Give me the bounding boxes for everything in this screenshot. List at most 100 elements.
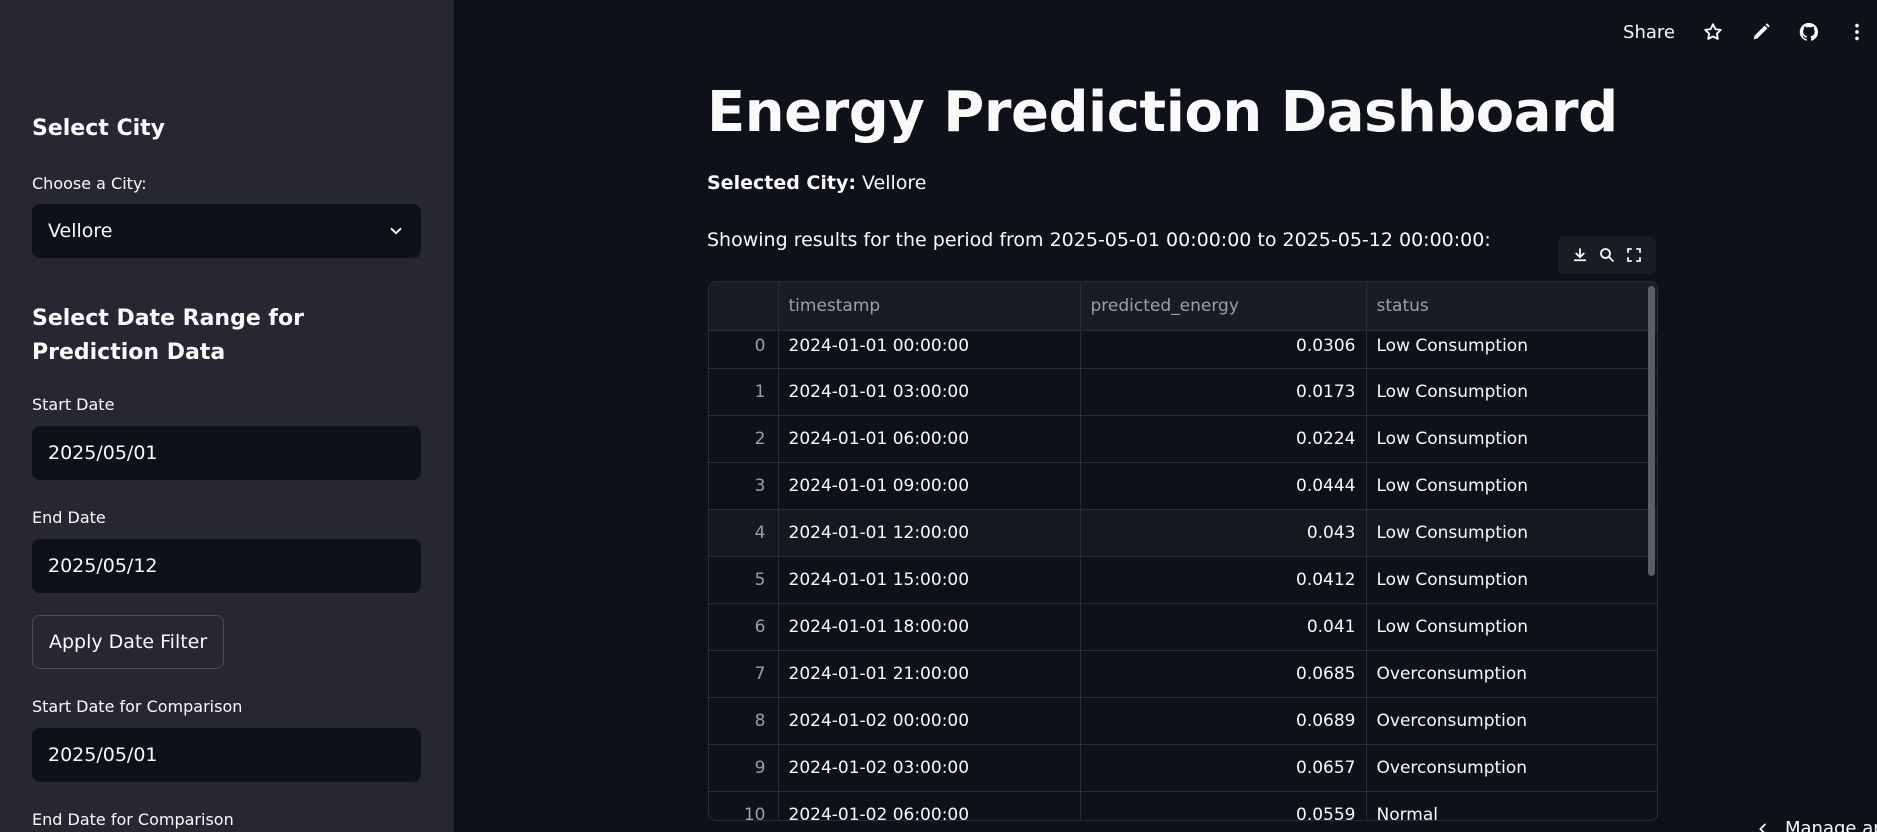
timestamp-cell[interactable]: 2024-01-01 06:00:00 (778, 415, 1081, 463)
predicted-energy-cell[interactable]: 0.0685 (1080, 650, 1367, 698)
status-cell[interactable]: Low Consumption (1366, 603, 1657, 651)
chevron-left-icon (1759, 822, 1766, 832)
end-date-input[interactable]: 2025/05/12 (32, 539, 421, 593)
table-row[interactable]: 10 2024-01-02 06:00:00 0.0559 Normal (709, 791, 1657, 820)
column-header-timestamp[interactable]: timestamp (778, 282, 1081, 331)
selected-city-prefix: Selected City: (707, 172, 856, 194)
table-toolbar (1558, 236, 1656, 274)
city-label: Choose a City: (32, 174, 147, 193)
table-row[interactable]: 1 2024-01-01 03:00:00 0.0173 Low Consumptio… (709, 368, 1657, 416)
predictions-table[interactable]: timestamp predicted_energy status 0 2024-… (708, 281, 1658, 821)
predicted-energy-cell[interactable]: 0.0412 (1080, 556, 1367, 604)
timestamp-cell[interactable]: 2024-01-01 12:00:00 (778, 509, 1081, 557)
more-vertical-icon[interactable] (1845, 20, 1869, 44)
sidebar: Select City Choose a City: Vellore Selec… (0, 0, 454, 832)
status-cell[interactable]: Low Consumption (1366, 368, 1657, 416)
status-cell[interactable]: Overconsumption (1366, 744, 1657, 792)
city-select-value: Vellore (48, 220, 113, 242)
table-header-row: timestamp predicted_energy status (709, 282, 1657, 331)
comparison-start-date-input[interactable]: 2025/05/01 (32, 728, 421, 782)
city-heading: Select City (32, 116, 165, 141)
predicted-energy-cell[interactable]: 0.0559 (1080, 791, 1367, 820)
start-date-input[interactable]: 2025/05/01 (32, 426, 421, 480)
top-toolbar: Share (1623, 16, 1877, 48)
timestamp-cell[interactable]: 2024-01-01 09:00:00 (778, 462, 1081, 510)
status-cell[interactable]: Low Consumption (1366, 330, 1657, 369)
row-index-cell[interactable]: 9 (709, 744, 779, 792)
table-row[interactable]: 2 2024-01-01 06:00:00 0.0224 Low Consumptio… (709, 415, 1657, 463)
download-icon[interactable] (1571, 246, 1589, 264)
share-button[interactable]: Share (1623, 22, 1675, 43)
selected-city-line: Selected City: Vellore (707, 172, 926, 194)
row-index-cell[interactable]: 1 (709, 368, 779, 416)
row-index-cell[interactable]: 8 (709, 697, 779, 745)
manage-app-label: Manage app (1785, 818, 1877, 832)
predicted-energy-cell[interactable]: 0.0444 (1080, 462, 1367, 510)
timestamp-cell[interactable]: 2024-01-01 21:00:00 (778, 650, 1081, 698)
predicted-energy-cell[interactable]: 0.0224 (1080, 415, 1367, 463)
timestamp-cell[interactable]: 2024-01-02 00:00:00 (778, 697, 1081, 745)
timestamp-cell[interactable]: 2024-01-02 06:00:00 (778, 791, 1081, 820)
star-icon[interactable] (1701, 20, 1725, 44)
manage-app-button[interactable]: Manage app (1755, 818, 1877, 832)
predicted-energy-cell[interactable]: 0.0306 (1080, 330, 1367, 369)
start-date-label: Start Date (32, 395, 115, 414)
timestamp-cell[interactable]: 2024-01-01 00:00:00 (778, 330, 1081, 369)
table-row[interactable]: 7 2024-01-01 21:00:00 0.0685 Overconsumptio… (709, 650, 1657, 698)
table-row[interactable]: 5 2024-01-01 15:00:00 0.0412 Low Consumptio… (709, 556, 1657, 604)
column-header-index[interactable] (709, 282, 779, 331)
comparison-start-date-label: Start Date for Comparison (32, 697, 243, 716)
row-index-cell[interactable]: 4 (709, 509, 779, 557)
end-date-value: 2025/05/12 (48, 555, 158, 577)
table-row[interactable]: 9 2024-01-02 03:00:00 0.0657 Overconsumptio… (709, 744, 1657, 792)
row-index-cell[interactable]: 7 (709, 650, 779, 698)
start-date-value: 2025/05/01 (48, 442, 158, 464)
github-icon[interactable] (1797, 20, 1821, 44)
status-cell[interactable]: Overconsumption (1366, 697, 1657, 745)
column-header-status[interactable]: status (1366, 282, 1657, 331)
predicted-energy-cell[interactable]: 0.0173 (1080, 368, 1367, 416)
fullscreen-icon[interactable] (1625, 246, 1643, 264)
status-cell[interactable]: Low Consumption (1366, 462, 1657, 510)
status-cell[interactable]: Low Consumption (1366, 509, 1657, 557)
table-row[interactable]: 3 2024-01-01 09:00:00 0.0444 Low Consumptio… (709, 462, 1657, 510)
apply-date-filter-button[interactable]: Apply Date Filter (32, 615, 225, 669)
row-index-cell[interactable]: 6 (709, 603, 779, 651)
row-index-cell[interactable]: 3 (709, 462, 779, 510)
row-index-cell[interactable]: 0 (709, 330, 779, 369)
column-header-predicted-energy[interactable]: predicted_energy (1080, 282, 1367, 331)
end-date-label: End Date (32, 508, 106, 527)
table-scrollbar[interactable] (1648, 286, 1655, 576)
predicted-energy-cell[interactable]: 0.0689 (1080, 697, 1367, 745)
predicted-energy-cell[interactable]: 0.041 (1080, 603, 1367, 651)
timestamp-cell[interactable]: 2024-01-01 18:00:00 (778, 603, 1081, 651)
row-index-cell[interactable]: 5 (709, 556, 779, 604)
timestamp-cell[interactable]: 2024-01-01 03:00:00 (778, 368, 1081, 416)
app-root: Select City Choose a City: Vellore Selec… (0, 0, 1877, 832)
timestamp-cell[interactable]: 2024-01-01 15:00:00 (778, 556, 1081, 604)
status-cell[interactable]: Low Consumption (1366, 556, 1657, 604)
row-index-cell[interactable]: 10 (709, 791, 779, 820)
search-icon[interactable] (1598, 246, 1616, 264)
table-body: 0 2024-01-01 00:00:00 0.0306 Low Consumptio… (709, 330, 1657, 820)
status-cell[interactable]: Overconsumption (1366, 650, 1657, 698)
table-row[interactable]: 0 2024-01-01 00:00:00 0.0306 Low Consumptio… (709, 330, 1657, 369)
predicted-energy-cell[interactable]: 0.043 (1080, 509, 1367, 557)
table-row[interactable]: 8 2024-01-02 00:00:00 0.0689 Overconsumptio… (709, 697, 1657, 745)
period-description: Showing results for the period from 2025… (707, 229, 1491, 251)
selected-city-value: Vellore (862, 172, 927, 194)
predicted-energy-cell[interactable]: 0.0657 (1080, 744, 1367, 792)
city-select[interactable]: Vellore (32, 204, 421, 258)
table-row[interactable]: 4 2024-01-01 12:00:00 0.043 Low Consumption (709, 509, 1657, 557)
timestamp-cell[interactable]: 2024-01-02 03:00:00 (778, 744, 1081, 792)
chevron-down-icon (390, 227, 402, 235)
status-cell[interactable]: Low Consumption (1366, 415, 1657, 463)
table-row[interactable]: 6 2024-01-01 18:00:00 0.041 Low Consumption (709, 603, 1657, 651)
comparison-start-date-value: 2025/05/01 (48, 744, 158, 766)
date-range-heading: Select Date Range for Prediction Data (32, 306, 304, 365)
page-title: Energy Prediction Dashboard (707, 80, 1618, 145)
status-cell[interactable]: Normal (1366, 791, 1657, 820)
comparison-end-date-label: End Date for Comparison (32, 810, 234, 829)
row-index-cell[interactable]: 2 (709, 415, 779, 463)
pencil-icon[interactable] (1749, 20, 1773, 44)
